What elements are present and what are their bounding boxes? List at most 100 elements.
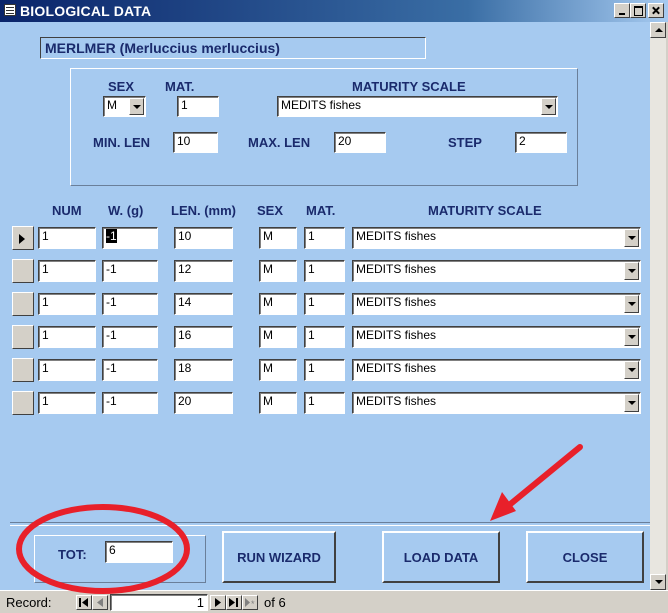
- close-window-button[interactable]: [648, 3, 664, 18]
- weight-input[interactable]: -1: [102, 392, 158, 414]
- len-input[interactable]: 16: [174, 326, 233, 348]
- sex-input[interactable]: M: [259, 359, 297, 381]
- new-record-icon: *: [245, 598, 255, 607]
- maximize-button[interactable]: [630, 3, 646, 18]
- mat-input[interactable]: 1: [177, 96, 219, 117]
- weight-input[interactable]: -1: [102, 326, 158, 348]
- maturity-scale-combo[interactable]: MEDITS fishes: [352, 260, 641, 282]
- maturity-scale-combo-value: MEDITS fishes: [356, 361, 437, 375]
- weight-input[interactable]: -1: [102, 359, 158, 381]
- sex-input-value: M: [263, 394, 273, 408]
- arrow-up-icon: [655, 28, 663, 32]
- mat-input-value: 1: [308, 229, 315, 243]
- sex-input[interactable]: M: [259, 392, 297, 414]
- row-selector[interactable]: [12, 391, 34, 415]
- len-input[interactable]: 18: [174, 359, 233, 381]
- record-navigation-bar: Record: 1 * of 6: [0, 590, 668, 613]
- maturity-scale-dropdown-button[interactable]: [624, 262, 639, 280]
- chevron-down-icon: [628, 269, 636, 273]
- sex-input[interactable]: M: [259, 326, 297, 348]
- maturity-scale-combo[interactable]: MEDITS fishes: [352, 359, 641, 381]
- mat-input[interactable]: 1: [304, 392, 345, 414]
- num-input[interactable]: 1: [38, 227, 96, 249]
- weight-input-value: -1: [106, 328, 117, 342]
- maturity-scale-combo[interactable]: MEDITS fishes: [352, 326, 641, 348]
- last-record-button[interactable]: [226, 595, 242, 610]
- first-record-button[interactable]: [76, 595, 92, 610]
- chevron-down-icon: [628, 236, 636, 240]
- step-input[interactable]: 2: [515, 132, 567, 153]
- mat-input[interactable]: 1: [304, 326, 345, 348]
- new-record-button[interactable]: *: [242, 595, 258, 610]
- step-label: STEP: [448, 135, 482, 150]
- title-bar[interactable]: BIOLOGICAL DATA: [0, 0, 668, 22]
- row-selector[interactable]: [12, 358, 34, 382]
- sex-input[interactable]: M: [259, 260, 297, 282]
- chevron-down-icon: [133, 105, 141, 109]
- maturity-scale-dropdown-button[interactable]: [624, 328, 639, 346]
- close-button[interactable]: CLOSE: [526, 531, 644, 583]
- num-input[interactable]: 1: [38, 359, 96, 381]
- mat-input[interactable]: 1: [304, 359, 345, 381]
- col-len-header: LEN. (mm): [171, 203, 236, 218]
- maturity-scale-dropdown-button[interactable]: [541, 98, 556, 115]
- maturity-scale-dropdown-button[interactable]: [624, 295, 639, 313]
- len-input[interactable]: 20: [174, 392, 233, 414]
- form-body: MERLMER (Merluccius merluccius) SEX MAT.…: [10, 22, 650, 590]
- row-selector[interactable]: [12, 226, 34, 250]
- weight-input[interactable]: -1: [102, 260, 158, 282]
- weight-input-value: -1: [106, 361, 117, 375]
- row-selector[interactable]: [12, 259, 34, 283]
- len-input-value: 14: [178, 295, 192, 309]
- next-record-button[interactable]: [210, 595, 226, 610]
- num-input[interactable]: 1: [38, 392, 96, 414]
- species-title: MERLMER (Merluccius merluccius): [40, 37, 426, 59]
- minimize-button[interactable]: [614, 3, 630, 18]
- mat-input[interactable]: 1: [304, 293, 345, 315]
- maturity-scale-combo[interactable]: MEDITS fishes: [352, 293, 641, 315]
- max-len-input[interactable]: 20: [334, 132, 386, 153]
- len-input-value: 12: [178, 262, 192, 276]
- maturity-scale-combo-value: MEDITS fishes: [356, 394, 437, 408]
- mat-input-value: 1: [308, 394, 315, 408]
- maturity-scale-combo[interactable]: MEDITS fishes: [277, 96, 558, 117]
- first-record-icon: [79, 598, 88, 607]
- load-data-button[interactable]: LOAD DATA: [382, 531, 500, 583]
- row-selector[interactable]: [12, 325, 34, 349]
- scroll-up-button[interactable]: [650, 22, 666, 38]
- sex-input[interactable]: M: [259, 227, 297, 249]
- run-wizard-button[interactable]: RUN WIZARD: [222, 531, 336, 583]
- tot-input[interactable]: 6: [105, 541, 173, 563]
- sex-combo[interactable]: M: [103, 96, 146, 117]
- maturity-scale-combo[interactable]: MEDITS fishes: [352, 392, 641, 414]
- mat-input[interactable]: 1: [304, 227, 345, 249]
- vertical-scrollbar[interactable]: [650, 22, 666, 590]
- weight-input[interactable]: -1: [102, 293, 158, 315]
- num-input[interactable]: 1: [38, 326, 96, 348]
- num-input[interactable]: 1: [38, 260, 96, 282]
- num-input[interactable]: 1: [38, 293, 96, 315]
- len-input[interactable]: 12: [174, 260, 233, 282]
- len-input[interactable]: 14: [174, 293, 233, 315]
- len-input-value: 16: [178, 328, 192, 342]
- scroll-down-button[interactable]: [650, 574, 666, 590]
- sex-input[interactable]: M: [259, 293, 297, 315]
- record-number-input[interactable]: 1: [110, 594, 208, 611]
- num-input-value: 1: [42, 295, 49, 309]
- maturity-scale-combo[interactable]: MEDITS fishes: [352, 227, 641, 249]
- mat-input[interactable]: 1: [304, 260, 345, 282]
- previous-record-button[interactable]: [92, 595, 108, 610]
- row-selector[interactable]: [12, 292, 34, 316]
- min-len-input[interactable]: 10: [173, 132, 218, 153]
- weight-input[interactable]: -1: [102, 227, 158, 249]
- maturity-scale-dropdown-button[interactable]: [624, 394, 639, 412]
- form-icon: [4, 4, 16, 16]
- sex-input-value: M: [263, 262, 273, 276]
- len-input[interactable]: 10: [174, 227, 233, 249]
- num-input-value: 1: [42, 328, 49, 342]
- sex-input-value: M: [263, 328, 273, 342]
- maturity-scale-dropdown-button[interactable]: [624, 229, 639, 247]
- maturity-scale-combo-value: MEDITS fishes: [356, 328, 437, 342]
- sex-dropdown-button[interactable]: [129, 98, 144, 115]
- maturity-scale-dropdown-button[interactable]: [624, 361, 639, 379]
